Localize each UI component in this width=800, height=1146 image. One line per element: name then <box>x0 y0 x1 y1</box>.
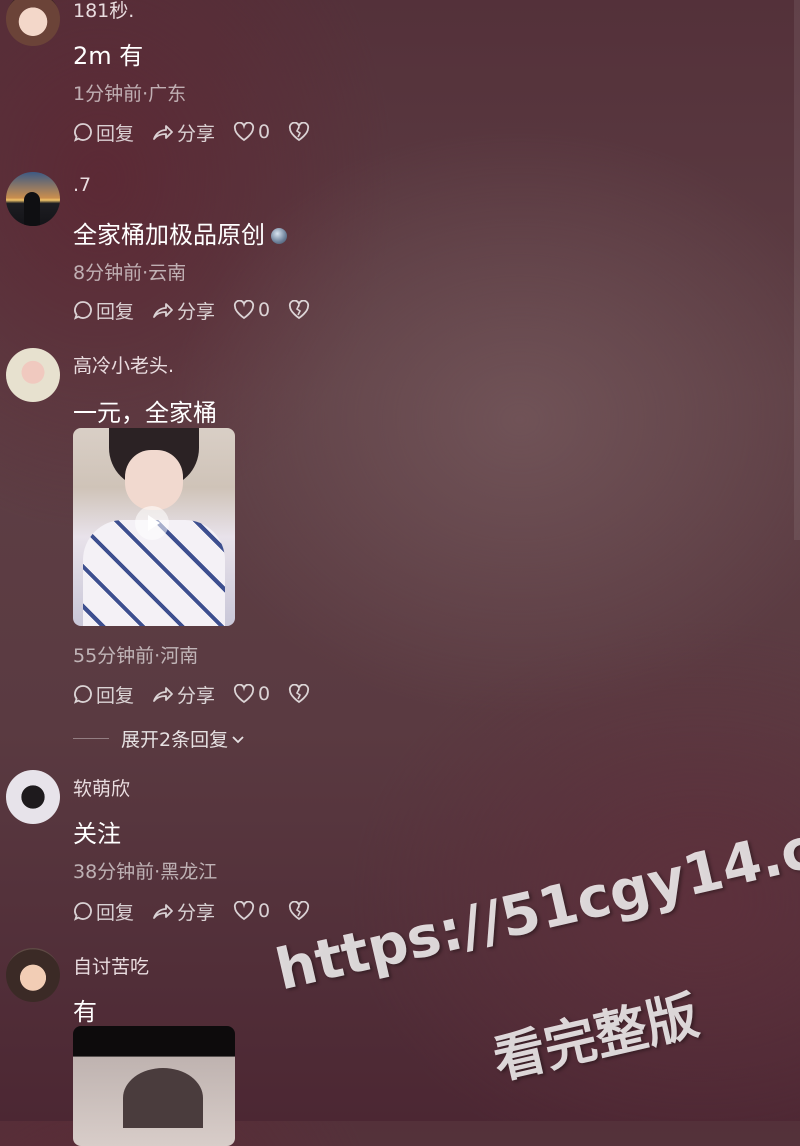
chat-bubble-icon <box>73 123 92 142</box>
heart-icon <box>233 300 255 320</box>
scrollbar[interactable] <box>794 0 800 540</box>
comment-text: 全家桶加极品原创 <box>73 215 287 250</box>
reply-label: 回复 <box>96 300 135 323</box>
dislike-button[interactable] <box>288 122 313 142</box>
like-count: 0 <box>258 121 271 143</box>
share-arrow-icon <box>153 303 173 318</box>
share-button[interactable]: 分享 <box>152 119 215 146</box>
share-label: 分享 <box>177 300 216 323</box>
comment-username[interactable]: 软萌欣 <box>73 774 130 801</box>
comment-meta: 1分钟前·广东 <box>73 83 187 105</box>
silhouette-shape <box>24 192 40 226</box>
broken-heart-icon <box>289 684 310 704</box>
play-icon[interactable] <box>135 506 169 540</box>
comment-actions: 回复 分享 0 <box>73 119 331 145</box>
share-label: 分享 <box>177 901 216 924</box>
reply-label: 回复 <box>96 122 135 145</box>
broken-heart-icon <box>289 300 310 320</box>
avatar[interactable] <box>6 172 60 226</box>
avatar[interactable] <box>6 348 60 402</box>
heart-icon <box>233 901 255 921</box>
like-button[interactable]: 0 <box>233 121 270 143</box>
avatar[interactable] <box>6 770 60 824</box>
video-thumbnail[interactable] <box>73 1026 235 1146</box>
reply-button[interactable]: 回复 <box>73 119 134 146</box>
comment-text: 一元，全家桶 <box>73 399 217 427</box>
face-shape <box>125 450 183 510</box>
expand-replies-label: 展开2条回复 <box>121 729 229 751</box>
reply-button[interactable]: 回复 <box>73 681 134 708</box>
comment-username[interactable]: 高冷小老头. <box>73 351 174 378</box>
dislike-button[interactable] <box>288 300 313 320</box>
dislike-button[interactable] <box>288 901 313 921</box>
avatar[interactable] <box>6 948 60 1002</box>
comment-text: 2m 有 <box>73 42 144 70</box>
share-label: 分享 <box>177 122 216 145</box>
expand-replies-button[interactable]: 展开2条回复 <box>73 725 246 752</box>
comment-meta: 8分钟前·云南 <box>73 262 187 284</box>
like-button[interactable]: 0 <box>233 683 270 705</box>
comment-text-content: 全家桶加极品原创 <box>73 221 265 249</box>
reply-button[interactable]: 回复 <box>73 898 134 925</box>
chat-bubble-icon <box>73 685 92 704</box>
reply-label: 回复 <box>96 684 135 707</box>
comment-text: 关注 <box>73 820 121 848</box>
comment-text: 有 <box>73 998 97 1026</box>
share-button[interactable]: 分享 <box>152 898 215 925</box>
comment-username[interactable]: .7 <box>73 174 91 196</box>
comment-actions: 回复 分享 0 <box>73 898 331 924</box>
share-button[interactable]: 分享 <box>152 681 215 708</box>
globe-emoji-icon <box>271 228 287 244</box>
chat-bubble-icon <box>73 902 92 921</box>
comment-meta: 38分钟前·黑龙江 <box>73 861 218 883</box>
comment-username[interactable]: 自讨苦吃 <box>73 952 149 979</box>
heart-icon <box>233 684 255 704</box>
like-button[interactable]: 0 <box>233 299 270 321</box>
heart-icon <box>233 122 255 142</box>
reply-label: 回复 <box>96 901 135 924</box>
chat-bubble-icon <box>73 301 92 320</box>
watermark-caption: 看完整版 <box>487 985 705 1092</box>
divider-line <box>73 738 109 739</box>
share-button[interactable]: 分享 <box>152 297 215 324</box>
dislike-button[interactable] <box>288 684 313 704</box>
comment-actions: 回复 分享 0 <box>73 297 331 323</box>
like-button[interactable]: 0 <box>233 900 270 922</box>
avatar[interactable] <box>6 0 60 46</box>
cat-ear-headband-shape <box>123 1068 203 1128</box>
share-label: 分享 <box>177 684 216 707</box>
share-arrow-icon <box>153 904 173 919</box>
share-arrow-icon <box>153 687 173 702</box>
broken-heart-icon <box>289 901 310 921</box>
chevron-down-icon <box>232 735 244 743</box>
reply-button[interactable]: 回复 <box>73 297 134 324</box>
like-count: 0 <box>258 900 271 922</box>
comment-username[interactable]: 181秒. <box>73 0 134 23</box>
like-count: 0 <box>258 683 271 705</box>
share-arrow-icon <box>153 125 173 140</box>
like-count: 0 <box>258 299 271 321</box>
comment-meta: 55分钟前·河南 <box>73 645 199 667</box>
video-thumbnail[interactable] <box>73 428 235 626</box>
broken-heart-icon <box>289 122 310 142</box>
watermark-url: https://51cgy14.com <box>270 794 800 1004</box>
comment-actions: 回复 分享 0 <box>73 681 331 707</box>
